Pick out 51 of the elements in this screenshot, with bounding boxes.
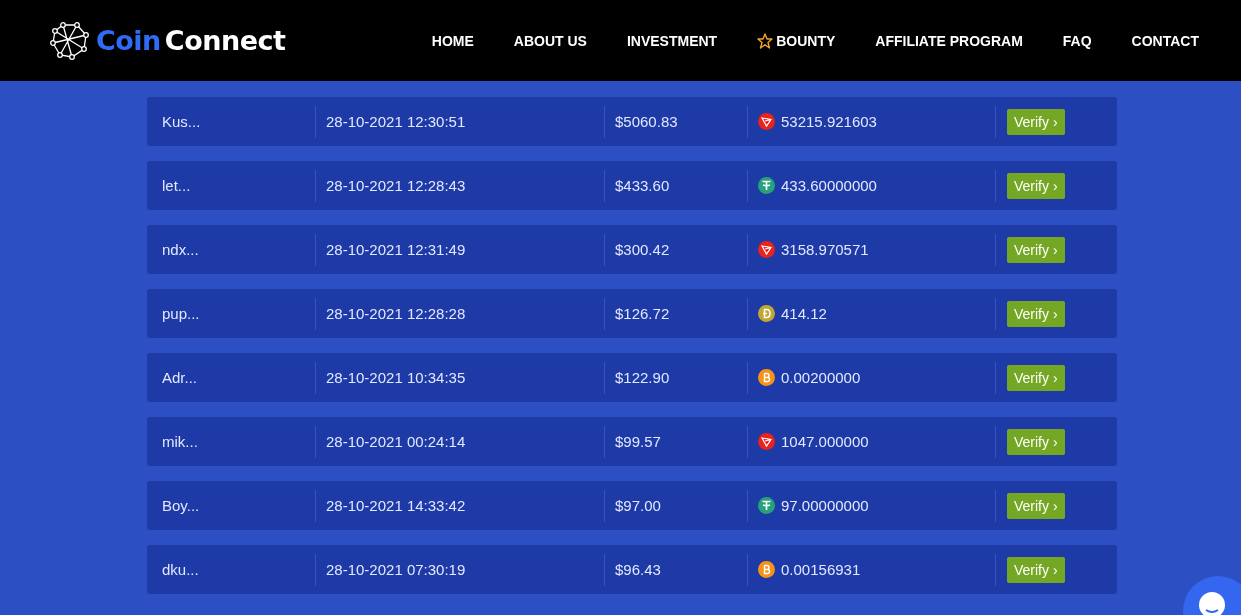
chat-face-icon (1197, 590, 1227, 615)
crypto-amount: 1047.000000 (781, 433, 869, 450)
usd-amount: $99.57 (615, 433, 661, 450)
crypto-amount: 433.60000000 (781, 177, 877, 194)
tron-coin-icon (758, 433, 775, 450)
transaction-date: 28-10-2021 00:24:14 (326, 433, 466, 450)
nav-link[interactable]: AFFILIATE PROGRAM (855, 32, 1043, 49)
network-logo-icon (50, 20, 90, 61)
user-name: Adr... (162, 369, 198, 386)
user-name: Kus... (162, 113, 201, 130)
tether-coin-icon (758, 497, 775, 514)
transaction-date: 28-10-2021 10:34:35 (326, 369, 466, 386)
usd-amount: $300.42 (615, 241, 670, 258)
transaction-date: 28-10-2021 12:28:43 (326, 177, 466, 194)
nav-link[interactable]: CONTACT (1111, 32, 1219, 49)
crypto-amount: 3158.970571 (781, 241, 869, 258)
crypto-amount: 97.00000000 (781, 497, 869, 514)
usd-amount: $126.72 (615, 305, 670, 322)
brand-name[interactable]: Coin Connect (96, 25, 286, 56)
user-name: dku... (162, 561, 199, 578)
crypto-amount: 53215.921603 (781, 113, 877, 130)
transaction-date: 28-10-2021 07:30:19 (326, 561, 466, 578)
tron-coin-icon (758, 241, 775, 258)
nav-link[interactable]: HOME (411, 32, 494, 49)
user-name: mik... (162, 433, 198, 450)
tether-coin-icon (758, 177, 775, 194)
transaction-date: 28-10-2021 12:31:49 (326, 241, 466, 258)
usd-amount: $122.90 (615, 369, 670, 386)
usd-amount: $97.00 (615, 497, 661, 514)
star-icon (757, 32, 774, 49)
crypto-amount: 0.00200000 (781, 369, 861, 386)
usd-amount: $433.60 (615, 177, 670, 194)
doge-coin-icon (758, 305, 775, 322)
usd-amount: $5060.83 (615, 113, 678, 130)
transaction-date: 28-10-2021 14:33:42 (326, 497, 466, 514)
nav-link[interactable]: INVESTMENT (606, 32, 738, 49)
user-name: Boy... (162, 497, 200, 514)
bitcoin-coin-icon (758, 369, 775, 386)
nav-link[interactable]: BOUNTY (737, 32, 856, 49)
bitcoin-coin-icon (758, 561, 775, 578)
nav-link[interactable]: ABOUT US (493, 32, 607, 49)
transaction-date: 28-10-2021 12:30:51 (326, 113, 466, 130)
user-name: let... (162, 177, 191, 194)
transaction-date: 28-10-2021 12:28:28 (326, 305, 466, 322)
crypto-amount: 414.12 (781, 305, 827, 322)
crypto-amount: 0.00156931 (781, 561, 861, 578)
usd-amount: $96.43 (615, 561, 661, 578)
nav-link[interactable]: FAQ (1042, 32, 1112, 49)
user-name: ndx... (162, 241, 199, 258)
tron-coin-icon (758, 113, 775, 130)
user-name: pup... (162, 305, 200, 322)
